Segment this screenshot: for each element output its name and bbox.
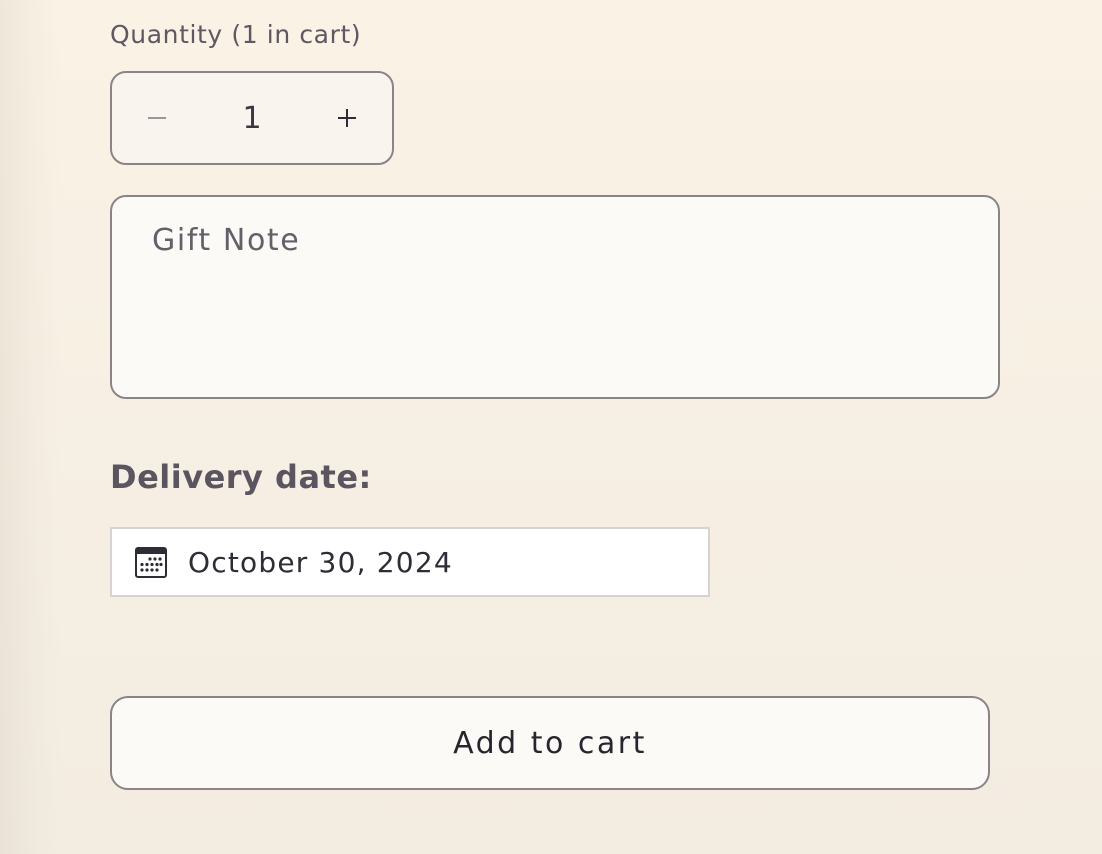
gift-note-placeholder: Gift Note bbox=[152, 223, 301, 258]
add-to-cart-label: Add to cart bbox=[453, 725, 647, 761]
quantity-label: Quantity (1 in cart) bbox=[110, 20, 362, 49]
quantity-stepper: 1 bbox=[110, 71, 394, 165]
add-to-cart-button[interactable]: Add to cart bbox=[110, 696, 990, 790]
delivery-date-label: Delivery date: bbox=[110, 458, 372, 496]
quantity-increment-button[interactable] bbox=[302, 73, 392, 163]
plus-icon bbox=[338, 109, 356, 127]
gift-note-field[interactable]: Gift Note bbox=[110, 195, 1000, 399]
calendar-icon bbox=[134, 545, 168, 579]
minus-icon bbox=[148, 117, 166, 119]
quantity-decrement-button[interactable] bbox=[112, 73, 202, 163]
delivery-date-value: October 30, 2024 bbox=[188, 545, 453, 579]
quantity-value[interactable]: 1 bbox=[202, 101, 302, 136]
delivery-date-picker[interactable]: October 30, 2024 bbox=[110, 527, 710, 597]
page-edge-shadow bbox=[0, 0, 60, 854]
